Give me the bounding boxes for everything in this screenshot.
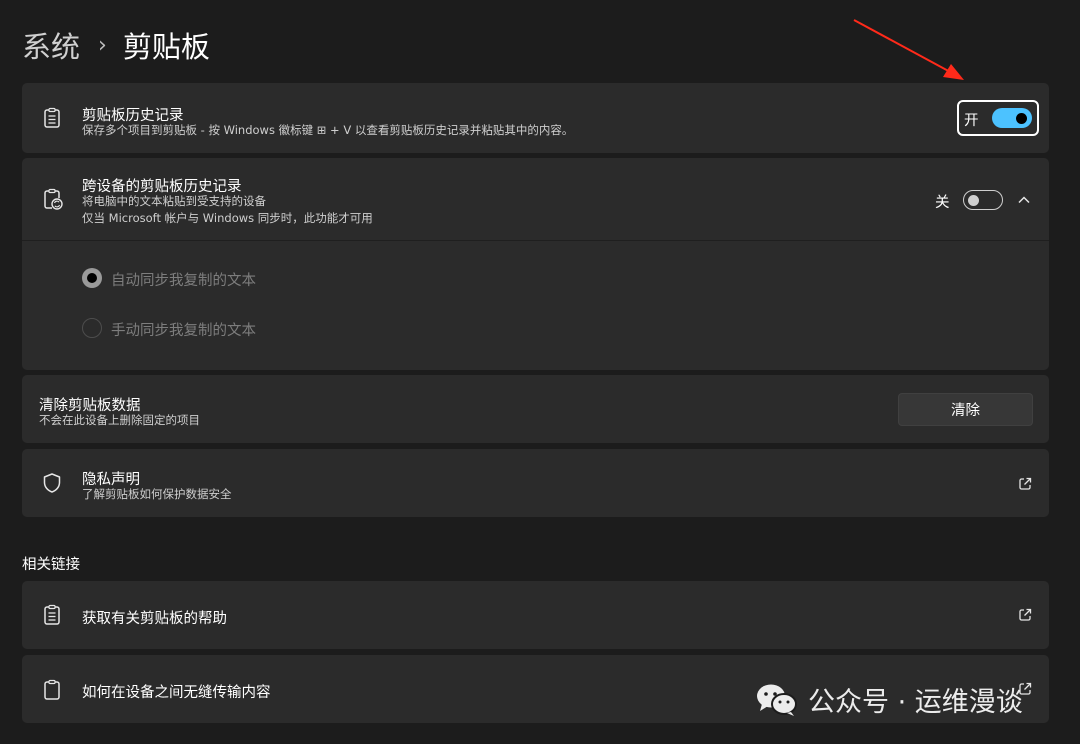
clipboard-icon [44,679,60,700]
privacy-card[interactable]: 隐私声明 了解剪贴板如何保护数据安全 [22,449,1049,517]
related-links-heading: 相关链接 [22,557,80,573]
radio-manual-sync-label: 手动同步我复制的文本 [111,323,256,339]
toggle-knob [1016,113,1027,124]
toggle-knob [968,194,979,206]
shield-icon [43,473,61,493]
related-link-transfer-label: 如何在设备之间无缝传输内容 [82,685,271,701]
cross-device-desc-line1: 将电脑中的文本粘贴到受支持的设备 [82,194,266,208]
clipboard-history-toggle-label: 开 [964,113,979,129]
wechat-icon [757,684,797,716]
breadcrumb-parent[interactable]: 系统 [22,24,80,66]
radio-auto-sync-label: 自动同步我复制的文本 [111,273,256,289]
related-link-help-label: 获取有关剪贴板的帮助 [82,611,227,627]
watermark: 公众号 · 运维漫谈 [756,680,1023,719]
cross-device-toggle[interactable] [963,190,1003,210]
cross-device-card: 跨设备的剪贴板历史记录 将电脑中的文本粘贴到受支持的设备 仅当 Microsof… [22,158,1049,370]
external-link-icon[interactable] [1017,607,1033,623]
page-title: 剪贴板 [122,30,210,64]
annotation-arrow [853,19,964,80]
related-link-help[interactable]: 获取有关剪贴板的帮助 [22,581,1049,649]
clear-button[interactable]: 清除 [898,393,1033,426]
clipboard-list-icon [44,107,60,128]
cross-device-desc-line2: 仅当 Microsoft 帐户与 Windows 同步时，此功能才可用 [82,211,373,225]
privacy-desc: 了解剪贴板如何保护数据安全 [82,487,232,501]
breadcrumb: 系统 › 剪贴板 [22,24,210,66]
clipboard-history-toggle[interactable] [992,108,1032,128]
card-divider [22,240,1049,241]
clear-data-desc: 不会在此设备上删除固定的项目 [39,413,200,427]
breadcrumb-separator: › [98,32,107,58]
clipboard-history-card: 剪贴板历史记录 保存多个项目到剪贴板 - 按 Windows 徽标键 ⊞ + V… [22,83,1049,153]
clipboard-sync-icon [44,188,63,210]
radio-manual-sync[interactable] [82,318,102,338]
clipboard-list-icon [44,604,60,625]
watermark-text: 公众号 · 运维漫谈 [808,687,1023,718]
clear-data-card: 清除剪贴板数据 不会在此设备上删除固定的项目 清除 [22,375,1049,443]
external-link-icon[interactable] [1017,476,1033,492]
clipboard-history-desc: 保存多个项目到剪贴板 - 按 Windows 徽标键 ⊞ + V 以查看剪贴板历… [82,123,574,137]
cross-device-toggle-label: 关 [935,195,950,211]
chevron-up-icon[interactable] [1017,193,1031,207]
radio-auto-sync[interactable] [82,268,102,288]
